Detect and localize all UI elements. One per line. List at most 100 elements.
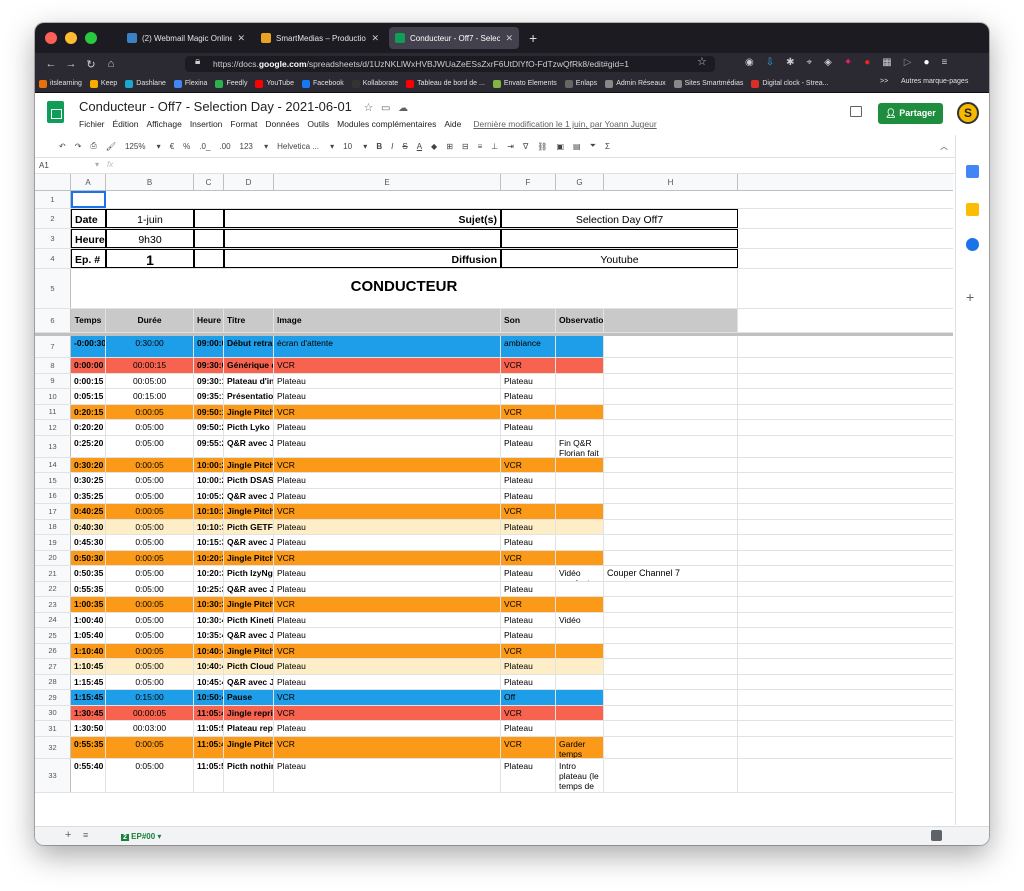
cell[interactable]: Plateau bbox=[274, 535, 501, 550]
cell[interactable]: Plateau bbox=[274, 473, 501, 488]
cell[interactable]: 10:10:30 bbox=[194, 519, 224, 534]
cell[interactable]: 0:05:00 bbox=[106, 628, 194, 643]
cell[interactable]: VCR bbox=[274, 457, 501, 472]
row-number[interactable]: 16 bbox=[35, 488, 71, 503]
cell[interactable]: VCR bbox=[501, 404, 556, 419]
cell[interactable]: 1:00:35 bbox=[71, 597, 106, 612]
cell[interactable] bbox=[604, 435, 738, 457]
bookmark-item[interactable]: Digital clock - Strea... bbox=[751, 79, 829, 88]
move-folder-icon[interactable]: ▭ bbox=[381, 103, 390, 114]
cell[interactable]: VCR bbox=[274, 705, 501, 720]
column-header[interactable]: A bbox=[71, 174, 106, 191]
formula-input[interactable] bbox=[130, 159, 950, 173]
row-number[interactable]: 5 bbox=[35, 269, 71, 308]
menu-item[interactable]: Modules complémentaires bbox=[337, 119, 436, 129]
cell[interactable] bbox=[194, 209, 224, 228]
reload-icon[interactable]: ↻ bbox=[81, 58, 101, 71]
cell[interactable] bbox=[194, 229, 224, 248]
cell[interactable]: 0:05:00 bbox=[106, 519, 194, 534]
row-number[interactable]: 11 bbox=[35, 404, 71, 419]
cell[interactable]: VCR bbox=[274, 504, 501, 519]
italic-button[interactable]: I bbox=[391, 142, 393, 151]
cell[interactable]: 10:00:25 bbox=[194, 473, 224, 488]
cell[interactable] bbox=[556, 373, 604, 388]
number-format-select[interactable]: 123 ▾ bbox=[240, 142, 269, 151]
menu-item[interactable]: Données bbox=[265, 119, 299, 129]
cell[interactable] bbox=[604, 705, 738, 720]
cell[interactable]: écran d'attente bbox=[274, 336, 501, 357]
cell[interactable]: Heure bbox=[71, 229, 106, 248]
cell[interactable]: Q&R avec Jury bbox=[224, 535, 274, 550]
row-number[interactable]: 2 bbox=[35, 209, 71, 228]
cell[interactable]: 0:30:25 bbox=[71, 473, 106, 488]
cell[interactable]: Début retransmission - Ecran d'attente bbox=[224, 336, 274, 357]
cell[interactable]: VCR bbox=[501, 705, 556, 720]
cell[interactable]: 1:15:45 bbox=[71, 690, 106, 705]
cell[interactable]: 9h30 bbox=[106, 229, 194, 248]
cell[interactable] bbox=[556, 721, 604, 736]
cell[interactable]: Plateau bbox=[274, 519, 501, 534]
cell[interactable]: Générique d'intro bbox=[224, 358, 274, 373]
row-number[interactable]: 10 bbox=[35, 389, 71, 404]
cell[interactable] bbox=[556, 404, 604, 419]
cell[interactable]: Plateau reprise bbox=[224, 721, 274, 736]
star-icon[interactable]: ☆ bbox=[364, 102, 374, 114]
cell[interactable]: Image bbox=[274, 309, 501, 332]
close-tab-icon[interactable]: ✕ bbox=[237, 33, 245, 44]
menu-icon[interactable]: ≡ bbox=[942, 57, 948, 68]
cell[interactable]: VCR bbox=[274, 690, 501, 705]
cell[interactable] bbox=[604, 457, 738, 472]
cell[interactable]: 10:25:35 bbox=[194, 581, 224, 596]
cell[interactable]: 1:10:40 bbox=[71, 643, 106, 658]
row-number[interactable]: 33 bbox=[35, 758, 71, 792]
cell[interactable]: Plateau bbox=[274, 435, 501, 457]
cell[interactable]: 10:30:35 bbox=[194, 597, 224, 612]
cell[interactable]: Plateau bbox=[274, 373, 501, 388]
bold-button[interactable]: B bbox=[376, 142, 382, 151]
cell[interactable]: Plateau bbox=[501, 581, 556, 596]
pocket-icon[interactable]: ◉ bbox=[745, 57, 754, 68]
translate-icon[interactable]: ⌖ bbox=[807, 57, 813, 68]
cell[interactable]: Vidéo pendant pitch bbox=[556, 566, 604, 581]
cell[interactable] bbox=[604, 473, 738, 488]
bookmark-item[interactable]: Dashlane bbox=[125, 79, 166, 88]
row-number[interactable]: 8 bbox=[35, 358, 71, 373]
row-number[interactable]: 20 bbox=[35, 550, 71, 565]
cell[interactable]: Présentation de l'incubateur et du jury bbox=[224, 389, 274, 404]
cell[interactable]: 0:20:20 bbox=[71, 420, 106, 435]
cell[interactable]: Intro plateau (le temps de communter sur… bbox=[556, 758, 604, 792]
cell[interactable]: Jingle Pitch IzyNgo bbox=[224, 550, 274, 565]
cell[interactable] bbox=[501, 229, 738, 248]
cell[interactable]: Temps bbox=[71, 309, 106, 332]
menu-item[interactable]: Format bbox=[230, 119, 257, 129]
bookmark-item[interactable]: itslearning bbox=[39, 79, 82, 88]
cell[interactable]: 09:00:00 bbox=[194, 336, 224, 357]
row-number[interactable]: 3 bbox=[35, 229, 71, 248]
cell[interactable] bbox=[604, 535, 738, 550]
sheet-tab-ep00[interactable]: 2 EP#00 ▾ bbox=[113, 829, 169, 844]
bookmark-item[interactable]: Enlaps bbox=[564, 79, 597, 88]
cell[interactable]: Q&R avec Jury bbox=[224, 488, 274, 503]
select-all-corner[interactable] bbox=[35, 174, 71, 191]
cell[interactable]: CONDUCTEUR bbox=[71, 269, 738, 308]
cell[interactable]: 09:35:15 bbox=[194, 389, 224, 404]
cell[interactable]: 1:00:40 bbox=[71, 612, 106, 627]
cell[interactable]: VCR bbox=[501, 504, 556, 519]
cell[interactable]: 00:15:00 bbox=[106, 389, 194, 404]
cell[interactable]: VCR bbox=[501, 358, 556, 373]
cell[interactable] bbox=[604, 504, 738, 519]
cell[interactable]: 09:30:00 bbox=[194, 358, 224, 373]
calendar-icon[interactable] bbox=[966, 165, 979, 178]
filter-icon[interactable]: ⏷ bbox=[590, 141, 596, 151]
comments-icon[interactable] bbox=[850, 106, 862, 117]
cell[interactable]: 10:20:35 bbox=[194, 566, 224, 581]
row-number[interactable]: 30 bbox=[35, 705, 71, 720]
cell[interactable]: 11:05:50 bbox=[194, 721, 224, 736]
cell[interactable]: 10:35:40 bbox=[194, 628, 224, 643]
cell[interactable]: 0:05:00 bbox=[106, 488, 194, 503]
cell[interactable] bbox=[556, 473, 604, 488]
row-number[interactable]: 14 bbox=[35, 457, 71, 472]
cell[interactable] bbox=[604, 736, 738, 758]
cell[interactable]: Vidéo pendant pitch bbox=[556, 612, 604, 627]
cell[interactable] bbox=[604, 404, 738, 419]
